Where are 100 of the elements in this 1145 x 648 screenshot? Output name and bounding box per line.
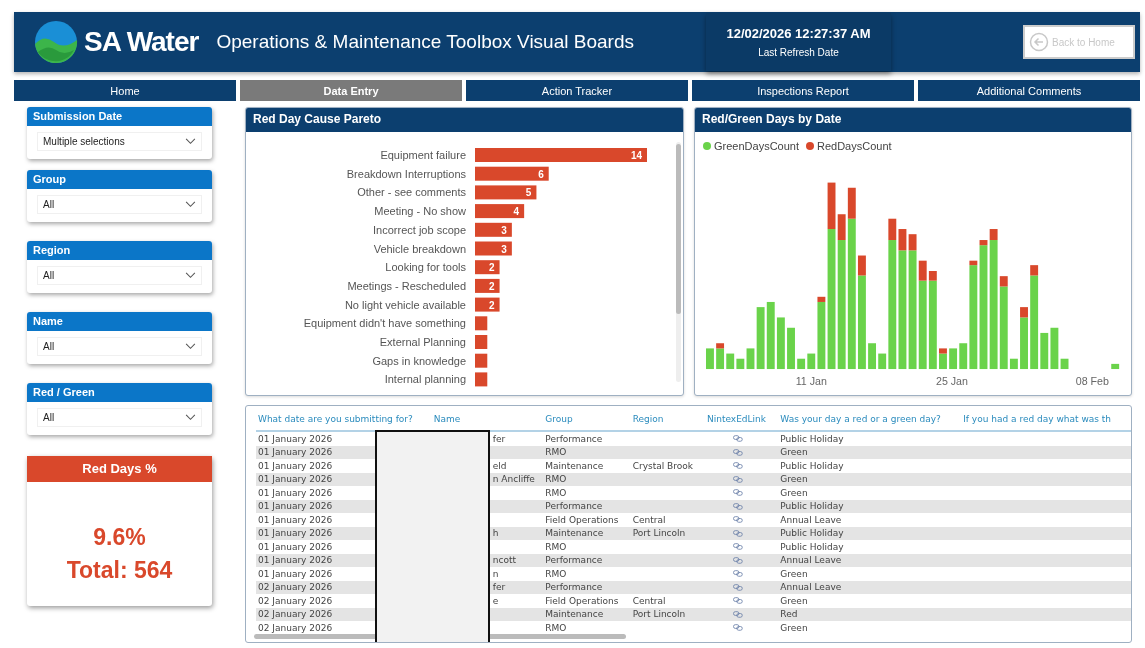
bar-segment: [776, 317, 785, 370]
link-icon[interactable]: [733, 597, 743, 605]
data-label: 6: [538, 168, 544, 180]
table-cell: Maintenance: [545, 528, 604, 539]
table-cell: Public Holiday: [780, 433, 844, 444]
link-icon[interactable]: [733, 489, 743, 497]
category-label: Other - see comments: [357, 186, 466, 199]
table-cell: Port Lincoln: [632, 528, 686, 539]
bar: [475, 353, 488, 368]
table-cell: RMO: [545, 541, 567, 552]
nav-tab[interactable]: Home: [14, 80, 236, 101]
panel-title: Red Day Cause Pareto: [246, 108, 683, 132]
chevron-down-icon: [185, 138, 196, 145]
stacked-bar-segment: [969, 260, 978, 266]
stacked-bar-segment: [716, 343, 725, 349]
filter-dropdown[interactable]: Multiple selections: [37, 132, 202, 151]
table-cell: RMO: [545, 487, 567, 498]
table-cell: Red: [780, 609, 798, 620]
table-cell: 02 January 2026: [256, 621, 432, 635]
table-cell: 02 January 2026: [256, 594, 432, 608]
table-cell: 01 January 2026: [256, 431, 432, 446]
table-cell: ncott: [492, 555, 516, 566]
link-icon[interactable]: [733, 475, 743, 483]
filter-title: Name: [27, 312, 212, 331]
table-cell: Performance: [545, 582, 603, 593]
filter-dropdown[interactable]: All: [37, 337, 202, 356]
bar-segment: [726, 353, 735, 370]
bar: [475, 316, 488, 331]
table-cell: Performance: [545, 433, 603, 444]
link-icon[interactable]: [733, 516, 743, 524]
bar: [475, 204, 525, 219]
column-header[interactable]: NintexEdLink: [705, 410, 779, 431]
column-header[interactable]: Group: [543, 410, 631, 431]
link-icon[interactable]: [733, 570, 743, 578]
column-header[interactable]: Was your day a red or a green day?: [778, 410, 962, 431]
table-cell: Maintenance: [545, 609, 604, 620]
stacked-bar-segment: [888, 218, 897, 241]
category-label: Looking for tools: [385, 261, 466, 274]
category-label: External Planning: [379, 336, 466, 348]
column-header[interactable]: What date are you submitting for?: [256, 410, 432, 431]
link-icon[interactable]: [733, 556, 743, 564]
table-cell: 01 January 2026: [256, 513, 432, 527]
horizontal-scrollbar[interactable]: [254, 634, 626, 639]
bar: [475, 222, 512, 237]
link-icon[interactable]: [733, 435, 743, 443]
link-icon[interactable]: [733, 583, 743, 591]
data-label: 4: [513, 206, 520, 218]
filter-dropdown[interactable]: All: [37, 266, 202, 285]
link-icon[interactable]: [733, 543, 743, 551]
table-cell: RMO: [545, 474, 567, 485]
link-icon[interactable]: [733, 610, 743, 618]
link-icon[interactable]: [733, 502, 743, 510]
chevron-down-icon: [185, 201, 196, 208]
legend-label: GreenDaysCount: [714, 140, 799, 152]
column-header[interactable]: Name: [431, 410, 544, 431]
category-label: Meeting - No show: [374, 205, 466, 218]
panel-title: Red/Green Days by Date: [695, 108, 1131, 132]
bar: [475, 297, 500, 312]
link-icon[interactable]: [733, 624, 743, 632]
table-cell: Public Holiday: [780, 460, 844, 471]
column-header[interactable]: Region: [630, 410, 705, 431]
nav-tab[interactable]: Data Entry: [240, 80, 462, 101]
refresh-label: Last Refresh Date: [758, 47, 839, 58]
table-cell: 01 January 2026: [256, 540, 432, 554]
scrollbar[interactable]: [676, 142, 681, 382]
stacked-bar-segment: [1020, 307, 1028, 318]
bar-segment: [706, 348, 714, 370]
kpi-value: 9.6%: [93, 524, 146, 551]
nav-tab[interactable]: Inspections Report: [692, 80, 914, 101]
nav-tab[interactable]: Action Tracker: [466, 80, 688, 101]
table-cell: fer: [492, 433, 506, 444]
data-label: 2: [489, 299, 495, 311]
table-cell: Annual Leave: [780, 582, 842, 593]
logo-icon: [34, 20, 78, 64]
link-icon[interactable]: [733, 529, 743, 537]
chevron-down-icon: [185, 414, 196, 421]
link-icon[interactable]: [733, 448, 743, 456]
category-label: No light vehicle available: [344, 298, 466, 311]
filter-dropdown[interactable]: All: [37, 408, 202, 427]
bar-segment: [716, 348, 725, 370]
stacked-bar-segment: [1030, 265, 1039, 276]
axis-label: 08 Feb: [1075, 374, 1109, 387]
bar: [475, 241, 512, 256]
table-cell: eld: [492, 460, 507, 471]
table-cell: Green: [780, 447, 808, 458]
bar-segment: [939, 353, 947, 370]
table-cell: Crystal Brook: [632, 460, 693, 471]
table-cell: Green: [780, 487, 808, 498]
brand-name: SA Water: [84, 26, 199, 58]
link-icon[interactable]: [733, 462, 743, 470]
legend-label: RedDaysCount: [817, 140, 892, 152]
column-header[interactable]: If you had a red day what was th: [961, 410, 1131, 431]
nav-tab[interactable]: Additional Comments: [918, 80, 1140, 101]
filter-title: Red / Green: [27, 383, 212, 402]
bar-segment: [787, 327, 795, 370]
table-cell: Central: [632, 595, 666, 606]
table-cell: Maintenance: [545, 460, 604, 471]
board-title: Operations & Maintenance Toolbox Visual Boards: [216, 31, 634, 53]
filter-title: Group: [27, 170, 212, 189]
filter-dropdown[interactable]: All: [37, 195, 202, 214]
